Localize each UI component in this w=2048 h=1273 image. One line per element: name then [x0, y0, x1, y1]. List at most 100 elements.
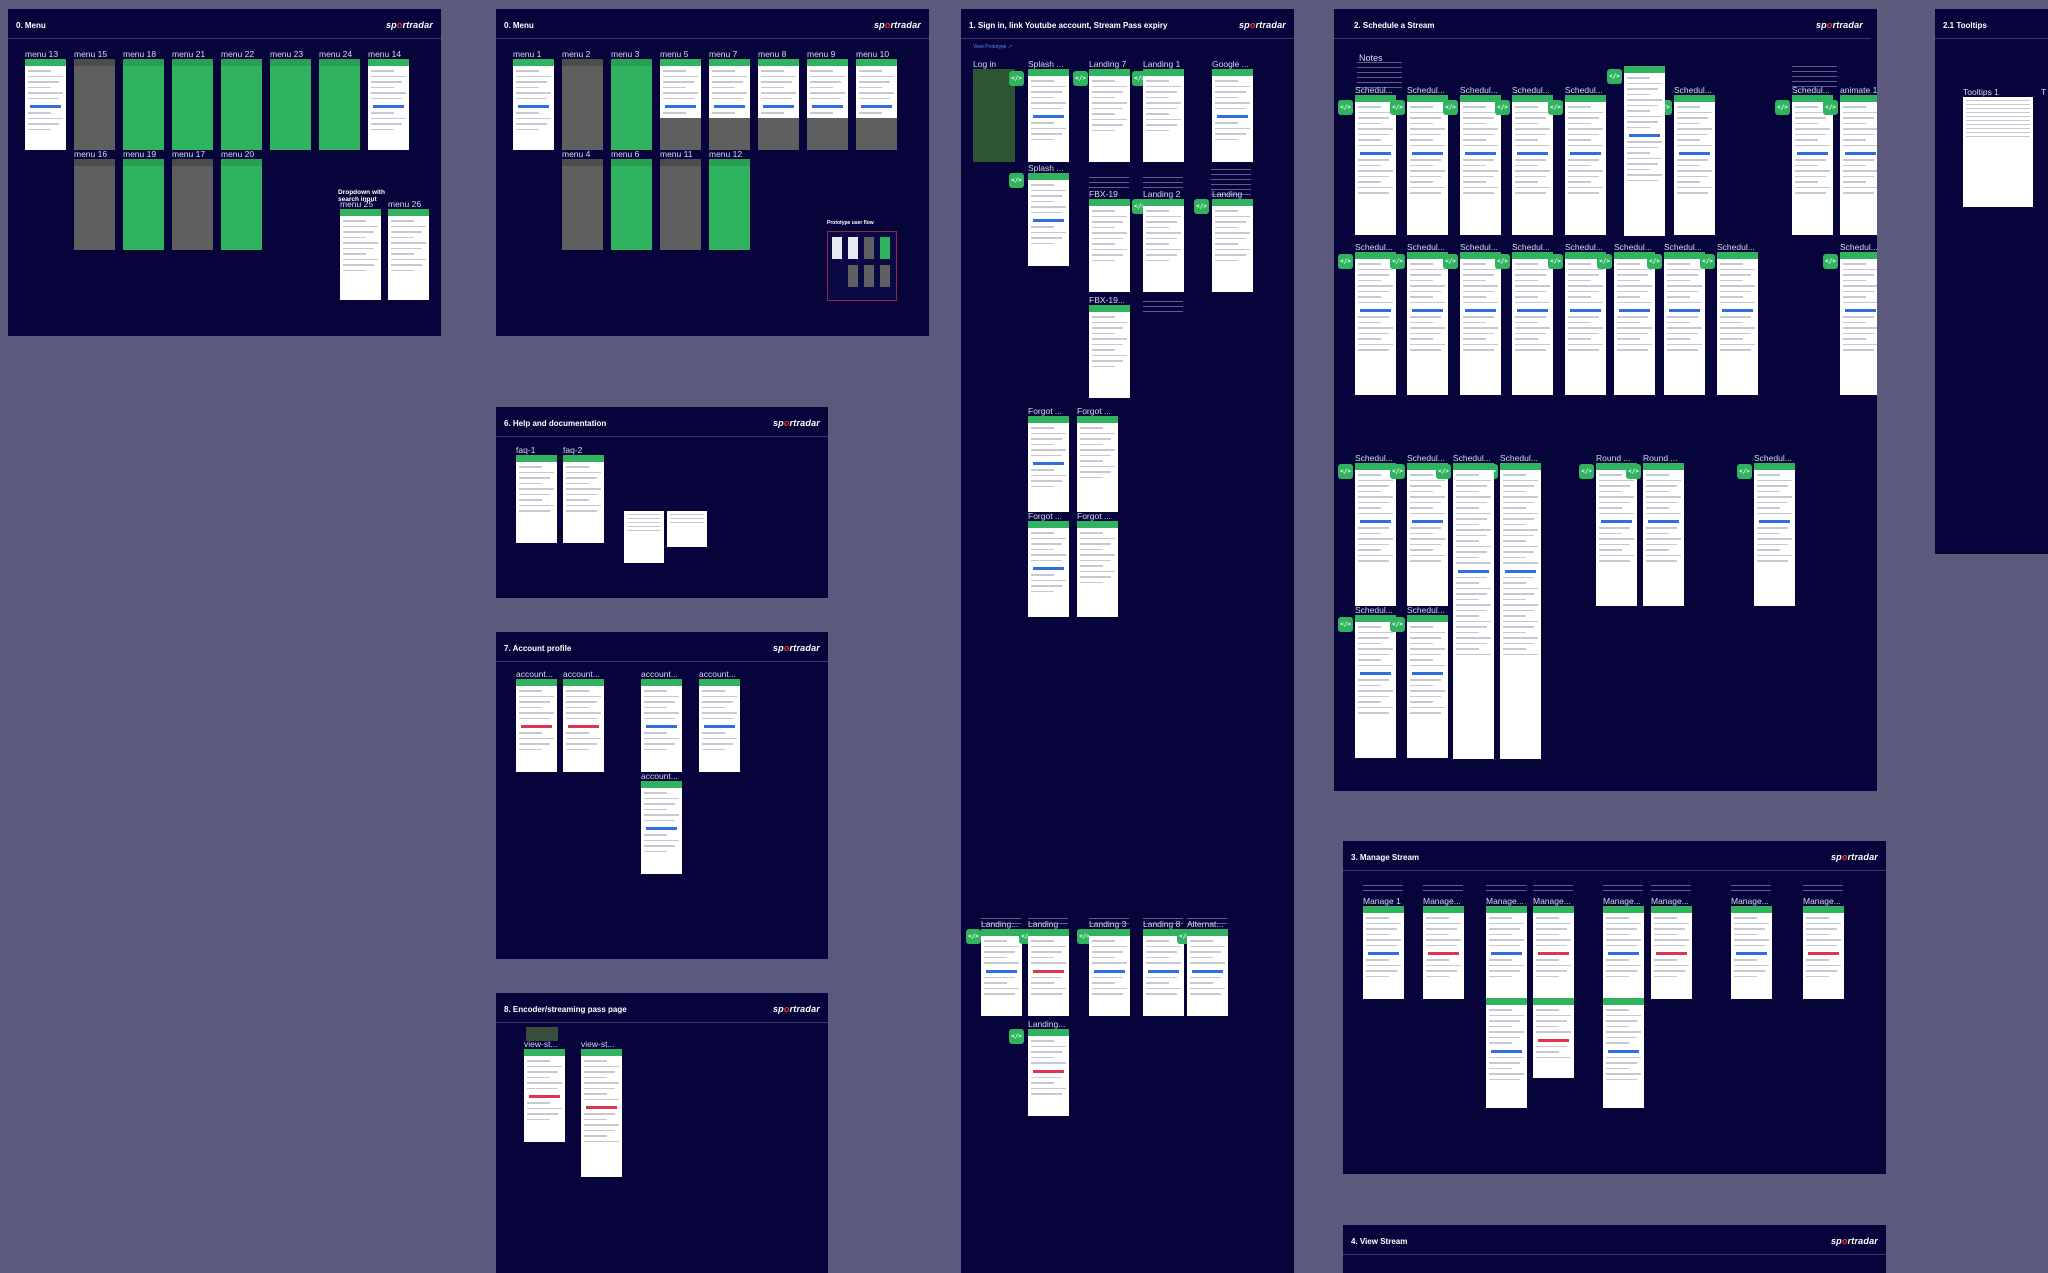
code-embed-icon[interactable]: </> — [1579, 464, 1594, 479]
screen-thumbnail[interactable]: Round ... — [1643, 453, 1684, 606]
code-embed-icon[interactable]: </> — [1548, 254, 1563, 269]
code-embed-icon[interactable]: </> — [1700, 254, 1715, 269]
screen-thumbnail[interactable]: menu 6 — [611, 149, 652, 250]
screen-thumbnail[interactable]: Landing... — [1028, 1019, 1069, 1116]
screen-thumbnail[interactable]: Landing 2 — [1143, 189, 1184, 292]
screen-thumbnail[interactable]: FBX-19 — [1089, 189, 1130, 292]
screen-thumbnail[interactable]: Schedul... — [1614, 242, 1655, 395]
screen-thumbnail[interactable]: Forgot ... — [1077, 406, 1118, 512]
code-embed-icon[interactable]: </> — [1548, 100, 1563, 115]
screen-thumbnail[interactable]: menu 17 — [172, 149, 213, 250]
screen-thumbnail[interactable]: menu 25 — [340, 199, 381, 300]
screen-thumbnail[interactable]: menu 5 — [660, 49, 701, 150]
screen-thumbnail[interactable]: Manage... — [1803, 896, 1844, 999]
frame-schedule[interactable]: 2. Schedule a Stream sportradar Notes </… — [1334, 9, 1877, 791]
screen-thumbnail[interactable]: faq-1 — [516, 445, 557, 543]
screen-thumbnail[interactable]: Schedul... — [1407, 242, 1448, 395]
code-embed-icon[interactable]: </> — [1390, 254, 1405, 269]
code-embed-icon[interactable]: </> — [1443, 254, 1458, 269]
code-embed-icon[interactable]: </> — [1338, 617, 1353, 632]
screen-thumbnail[interactable]: Manage... — [1651, 896, 1692, 999]
screen-thumbnail[interactable]: Schedul... — [1717, 242, 1758, 395]
screen-thumbnail[interactable]: menu 22 — [221, 49, 262, 150]
screen-thumbnail[interactable] — [1500, 463, 1541, 759]
screen-thumbnail[interactable]: Landing — [1212, 189, 1253, 292]
code-embed-icon[interactable]: </> — [1009, 173, 1024, 188]
code-embed-icon[interactable]: </> — [966, 929, 981, 944]
code-embed-icon[interactable]: </> — [1626, 464, 1641, 479]
frame-account[interactable]: 7. Account profile sportradar account...… — [496, 632, 828, 959]
screen-thumbnail[interactable]: menu 20 — [221, 149, 262, 250]
screen-thumbnail[interactable]: menu 1 — [513, 49, 554, 150]
code-embed-icon[interactable]: </> — [1338, 100, 1353, 115]
screen-thumbnail[interactable]: menu 11 — [660, 149, 701, 250]
screen-thumbnail[interactable] — [1624, 66, 1665, 236]
screen-thumbnail[interactable]: Schedul... — [1754, 453, 1795, 606]
frame-view[interactable]: 4. View Stream sportradar — [1343, 1225, 1886, 1273]
screen-thumbnail[interactable]: Forgot ... — [1028, 511, 1069, 617]
screen-thumbnail[interactable]: menu 8 — [758, 49, 799, 150]
code-embed-icon[interactable]: </> — [1737, 464, 1752, 479]
screen-thumbnail[interactable]: menu 24 — [319, 49, 360, 150]
code-embed-icon[interactable]: </> — [1390, 464, 1405, 479]
screen-thumbnail[interactable]: faq-2 — [563, 445, 604, 543]
screen-thumbnail[interactable]: Schedul... — [1460, 85, 1501, 235]
screen-thumbnail[interactable]: Manage... — [1423, 896, 1464, 999]
screen-thumbnail[interactable]: Landing... — [981, 919, 1022, 1016]
screen-thumbnail[interactable]: Landing 7 — [1089, 59, 1130, 162]
screen-thumbnail[interactable]: menu 9 — [807, 49, 848, 150]
faq-document[interactable] — [624, 511, 664, 563]
code-embed-icon[interactable]: </> — [1338, 464, 1353, 479]
code-embed-icon[interactable]: </> — [1073, 71, 1088, 86]
screen-thumbnail[interactable]: Manage 1 — [1363, 896, 1404, 999]
screen-thumbnail[interactable]: menu 16 — [74, 149, 115, 250]
screen-thumbnail[interactable]: menu 10 — [856, 49, 897, 150]
code-embed-icon[interactable]: </> — [1607, 69, 1622, 84]
screen-thumbnail[interactable]: menu 13 — [25, 49, 66, 150]
code-embed-icon[interactable]: </> — [1647, 254, 1662, 269]
screen-thumbnail[interactable]: Schedul... — [1407, 85, 1448, 235]
screen-thumbnail[interactable]: Forgot ... — [1028, 406, 1069, 512]
screen-thumbnail[interactable]: menu 2 — [562, 49, 603, 150]
faq-document[interactable] — [667, 511, 707, 547]
screen-thumbnail[interactable]: Schedul... — [1355, 453, 1396, 606]
screen-thumbnail[interactable]: menu 23 — [270, 49, 311, 150]
screen-thumbnail[interactable]: menu 26 — [388, 199, 429, 300]
screen-thumbnail[interactable]: animate 1 — [1840, 85, 1877, 235]
code-embed-icon[interactable]: </> — [1597, 254, 1612, 269]
screen-thumbnail[interactable]: Schedul... — [1840, 242, 1877, 395]
screen-thumbnail[interactable]: Round ... — [1596, 453, 1637, 606]
screen-thumbnail[interactable]: menu 18 — [123, 49, 164, 150]
code-embed-icon[interactable]: </> — [1390, 100, 1405, 115]
code-embed-icon[interactable]: </> — [1390, 617, 1405, 632]
screen-thumbnail[interactable]: menu 19 — [123, 149, 164, 250]
view-prototype-link[interactable]: View Prototype ↗ — [973, 44, 1012, 50]
screen-thumbnail[interactable]: account... — [641, 771, 682, 874]
screen-thumbnail[interactable]: Landing — [1028, 919, 1069, 1016]
screen-thumbnail[interactable]: menu 14 — [368, 49, 409, 150]
screen-thumbnail[interactable] — [1533, 998, 1574, 1078]
screen-thumbnail[interactable]: Schedul... — [1407, 605, 1448, 758]
screen-thumbnail[interactable]: menu 4 — [562, 149, 603, 250]
code-embed-icon[interactable]: </> — [1495, 100, 1510, 115]
screen-thumbnail[interactable]: Manage... — [1603, 896, 1644, 999]
frame-tooltips[interactable]: 2.1 Tooltips Tooltips 1 T — [1935, 9, 2048, 554]
screen-thumbnail[interactable]: Landing 3 — [1089, 919, 1130, 1016]
screen-thumbnail[interactable]: Splash ... — [1028, 163, 1069, 266]
code-embed-icon[interactable]: </> — [1823, 254, 1838, 269]
screen-thumbnail[interactable]: Alternat... — [1187, 919, 1228, 1016]
screen-thumbnail[interactable]: account... — [516, 669, 557, 772]
code-embed-icon[interactable]: </> — [1009, 71, 1024, 86]
screen-thumbnail[interactable]: Schedul... — [1565, 85, 1606, 235]
screen-thumbnail[interactable]: Schedul... — [1407, 453, 1448, 606]
screen-thumbnail[interactable]: FBX-19... — [1089, 295, 1130, 398]
screen-thumbnail[interactable]: Splash ... — [1028, 59, 1069, 162]
screen-thumbnail[interactable]: menu 15 — [74, 49, 115, 150]
screen-thumbnail[interactable]: Schedul... — [1355, 605, 1396, 758]
frame-encoder[interactable]: 8. Encoder/streaming pass page sportrada… — [496, 993, 828, 1273]
code-embed-icon[interactable]: </> — [1009, 1029, 1024, 1044]
screen-thumbnail[interactable]: Schedul... — [1565, 242, 1606, 395]
screen-thumbnail[interactable]: Manage... — [1731, 896, 1772, 999]
screen-thumbnail[interactable] — [1453, 463, 1494, 759]
screen-thumbnail[interactable]: Landing 1 — [1143, 59, 1184, 162]
